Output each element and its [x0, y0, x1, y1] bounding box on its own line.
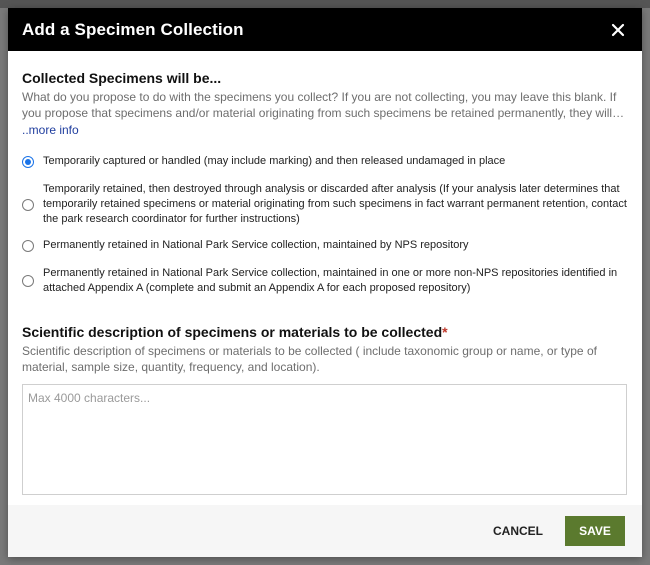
- radio-button[interactable]: [22, 239, 34, 252]
- collected-heading: Collected Specimens will be...: [22, 70, 222, 86]
- radio-button-selected[interactable]: [22, 155, 34, 168]
- background-top-strip: [0, 0, 650, 8]
- radio-button[interactable]: [22, 198, 34, 211]
- scientific-description: Scientific description of specimens or m…: [22, 344, 597, 374]
- option-non-nps-repository[interactable]: Permanently retained in National Park Se…: [22, 266, 627, 296]
- scientific-heading-text: Scientific description of specimens or m…: [22, 324, 443, 340]
- option-label: Permanently retained in National Park Se…: [43, 267, 618, 294]
- option-nps-repository[interactable]: Permanently retained in National Park Se…: [22, 238, 627, 253]
- dialog-header: Add a Specimen Collection: [8, 8, 642, 51]
- dialog-body: Collected Specimens will be... What do y…: [8, 51, 642, 495]
- option-destroyed[interactable]: Temporarily retained, then destroyed thr…: [22, 182, 627, 227]
- scientific-description-input[interactable]: [22, 384, 627, 495]
- option-label: Temporarily retained, then destroyed thr…: [43, 183, 627, 225]
- more-info-link[interactable]: ..more info: [22, 123, 79, 138]
- collection-options: Temporarily captured or handled (may inc…: [22, 154, 627, 296]
- save-button[interactable]: SAVE: [565, 516, 625, 546]
- required-marker: *: [442, 324, 448, 340]
- close-icon: [611, 23, 625, 36]
- radio-button[interactable]: [22, 275, 34, 287]
- option-released[interactable]: Temporarily captured or handled (may inc…: [22, 154, 627, 169]
- scientific-heading: Scientific description of specimens or m…: [22, 323, 627, 341]
- option-label: Permanently retained in National Park Se…: [43, 239, 469, 251]
- specimen-collection-dialog: Add a Specimen Collection Collected Spec…: [8, 8, 642, 557]
- close-button[interactable]: [608, 20, 628, 40]
- dialog-footer: CANCEL SAVE: [8, 505, 642, 557]
- cancel-button[interactable]: CANCEL: [493, 516, 543, 546]
- option-label: Temporarily captured or handled (may inc…: [43, 155, 506, 167]
- dialog-title: Add a Specimen Collection: [22, 19, 244, 39]
- collected-description: What do you propose to do with the speci…: [22, 90, 625, 120]
